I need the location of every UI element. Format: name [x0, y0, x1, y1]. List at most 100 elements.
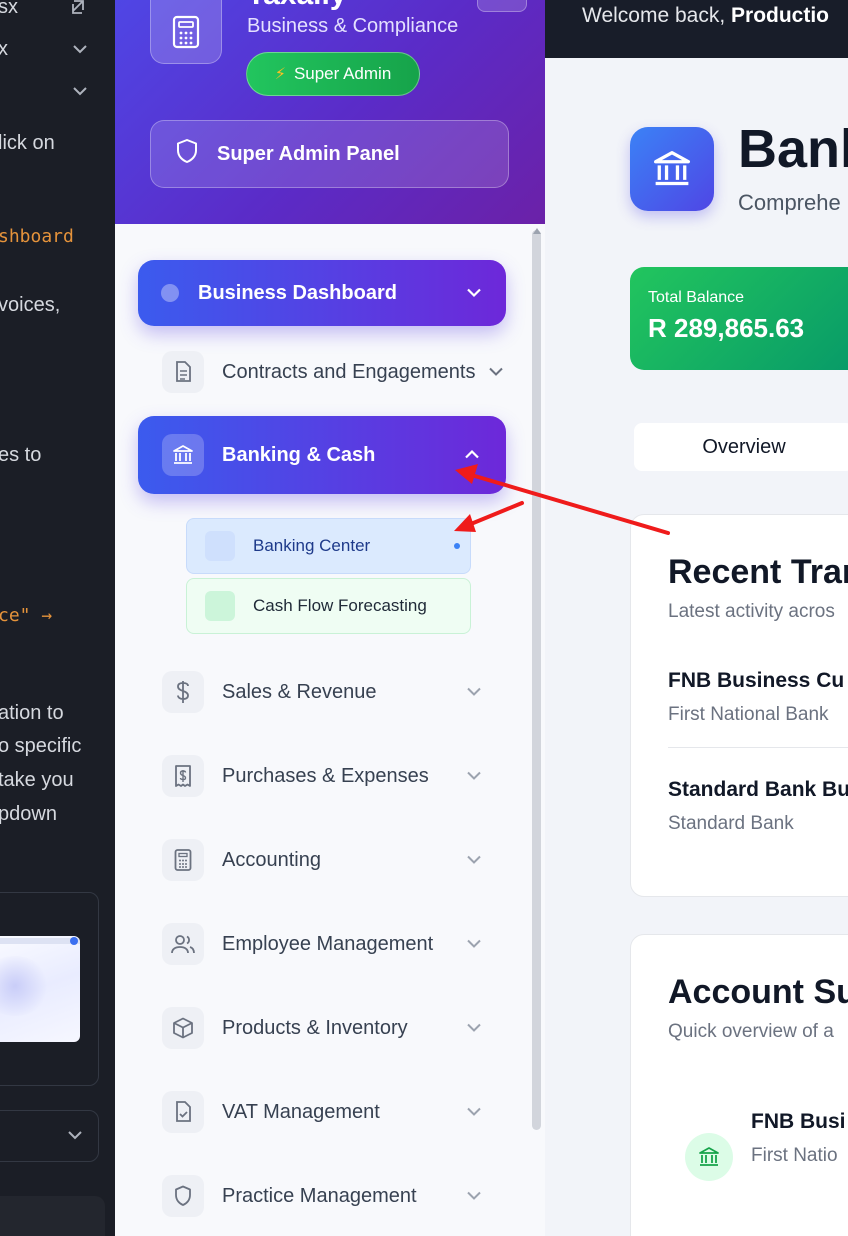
- package-icon: [162, 1007, 204, 1049]
- shield-icon: [175, 138, 199, 170]
- document-icon: [162, 351, 204, 393]
- sidebar-item-label: Employee Management: [222, 932, 434, 955]
- transaction-account-name[interactable]: Standard Bank Bu: [668, 778, 848, 802]
- calculator-icon: [162, 839, 204, 881]
- account-bank-name: First Natio: [751, 1145, 838, 1166]
- sidebar-item-vat[interactable]: VAT Management: [162, 1090, 506, 1134]
- recent-transactions-subtitle: Latest activity acros: [668, 601, 835, 622]
- editor-text: x: [0, 38, 8, 60]
- editor-pane: sx x lick on shboard voices, es to ce" →…: [0, 0, 115, 1236]
- account-summary-title: Account Sur: [668, 973, 848, 1011]
- role-badge-label: Super Admin: [293, 64, 392, 83]
- bank-icon: [162, 434, 204, 476]
- transaction-bank-name: First National Bank: [668, 704, 829, 725]
- chevron-down-icon[interactable]: [72, 42, 88, 60]
- editor-text: lick on: [0, 132, 55, 154]
- square-icon: [205, 531, 235, 561]
- sidebar-item-accounting[interactable]: Accounting: [162, 838, 506, 882]
- page-title: Bank: [738, 119, 848, 179]
- sidebar-item-sales[interactable]: Sales & Revenue: [162, 670, 506, 714]
- welcome-prefix: Welcome back,: [582, 4, 726, 27]
- open-external-icon[interactable]: [70, 0, 88, 21]
- shield-icon: [162, 1175, 204, 1217]
- editor-text: ation to: [0, 702, 64, 724]
- sidebar-subitem-label: Banking Center: [253, 536, 371, 555]
- sidebar-item-label: Products & Inventory: [222, 1016, 408, 1039]
- sidebar-item-label: Purchases & Expenses: [222, 764, 429, 787]
- welcome-user: Productio: [731, 4, 830, 27]
- main-content: Welcome back, Productio Bank Comprehe To…: [545, 0, 848, 1236]
- account-name[interactable]: FNB Busi: [751, 1110, 846, 1134]
- sidebar-item-label: Sales & Revenue: [222, 680, 377, 703]
- chevron-down-icon: [466, 933, 482, 956]
- screenshot-thumbnail[interactable]: [0, 936, 80, 1042]
- sidebar-item-label: Accounting: [222, 848, 321, 871]
- users-icon: [162, 923, 204, 965]
- collapse-sidebar-button[interactable]: [477, 0, 527, 12]
- sidebar-subitem-banking-center[interactable]: Banking Center: [186, 518, 471, 574]
- chevron-down-icon: [488, 361, 504, 384]
- bank-icon: [630, 127, 714, 211]
- chevron-up-icon: [464, 444, 480, 467]
- dollar-icon: [162, 671, 204, 713]
- sidebar-item-banking-cash[interactable]: Banking & Cash: [138, 416, 506, 494]
- chevron-down-icon: [466, 1185, 482, 1208]
- app-name: Taxally: [247, 0, 347, 12]
- tab-overview[interactable]: Overview: [634, 423, 848, 471]
- divider: [668, 747, 848, 748]
- active-dot-icon: [454, 543, 460, 549]
- editor-text: es to: [0, 444, 42, 466]
- calculator-logo-icon: [150, 0, 222, 64]
- transaction-account-name[interactable]: FNB Business Cu: [668, 669, 844, 693]
- recent-transactions-title: Recent Tran: [668, 553, 848, 591]
- editor-text: o specific: [0, 735, 82, 757]
- bank-icon: [685, 1133, 733, 1181]
- total-balance-label: Total Balance: [648, 289, 745, 306]
- sidebar-item-employees[interactable]: Employee Management: [162, 922, 506, 966]
- super-admin-panel-button[interactable]: Super Admin Panel: [150, 120, 509, 188]
- square-icon: [205, 591, 235, 621]
- sidebar-item-label: Business Dashboard: [198, 281, 397, 304]
- chevron-down-icon: [466, 765, 482, 788]
- editor-text: pdown: [0, 803, 57, 825]
- editor-text: voices,: [0, 294, 61, 316]
- chevron-down-icon: [466, 849, 482, 872]
- sidebar-item-label: Practice Management: [222, 1184, 417, 1207]
- chevron-down-icon: [466, 1101, 482, 1124]
- sidebar: Taxally Business & Compliance ⚡ Super Ad…: [115, 0, 545, 1236]
- super-admin-panel-label: Super Admin Panel: [217, 142, 400, 165]
- editor-text: take you: [0, 769, 74, 791]
- app-subtitle: Business & Compliance: [247, 15, 459, 37]
- sidebar-item-products[interactable]: Products & Inventory: [162, 1006, 506, 1050]
- editor-code: ce" →: [0, 605, 53, 626]
- chevron-down-icon: [466, 282, 482, 305]
- sidebar-item-label: Contracts and Engagements: [222, 360, 476, 383]
- recent-transactions-card: Recent Tran Latest activity acros FNB Bu…: [630, 514, 848, 897]
- page-subtitle: Comprehe: [738, 190, 841, 215]
- chevron-down-icon: [466, 1017, 482, 1040]
- account-summary-subtitle: Quick overview of a: [668, 1021, 834, 1042]
- sidebar-item-purchases[interactable]: Purchases & Expenses: [162, 754, 506, 798]
- receipt-icon: [162, 755, 204, 797]
- sidebar-item-label: VAT Management: [222, 1100, 380, 1123]
- dot-icon: [161, 284, 179, 302]
- editor-dropdown[interactable]: [0, 1110, 99, 1162]
- sidebar-item-contracts[interactable]: Contracts and Engagements: [162, 350, 506, 394]
- sidebar-header: Taxally Business & Compliance ⚡ Super Ad…: [115, 0, 545, 224]
- chat-input-box[interactable]: [0, 1196, 105, 1236]
- chevron-down-icon[interactable]: [72, 84, 88, 102]
- scroll-up-icon[interactable]: [533, 228, 541, 234]
- account-summary-card: Account Sur Quick overview of a FNB Busi…: [630, 934, 848, 1236]
- chevron-down-icon: [67, 1128, 83, 1146]
- editor-text: sx: [0, 0, 18, 18]
- sidebar-subitem-cash-flow[interactable]: Cash Flow Forecasting: [186, 578, 471, 634]
- chevron-down-icon: [466, 681, 482, 704]
- role-badge: ⚡ Super Admin: [246, 52, 420, 96]
- sidebar-item-practice[interactable]: Practice Management: [162, 1174, 506, 1218]
- total-balance-value: R 289,865.63: [648, 313, 805, 343]
- file-check-icon: [162, 1091, 204, 1133]
- top-bar: Welcome back, Productio: [545, 0, 848, 58]
- sidebar-scrollbar[interactable]: [532, 230, 541, 1130]
- sidebar-item-business-dashboard[interactable]: Business Dashboard: [138, 260, 506, 326]
- sidebar-item-label: Banking & Cash: [222, 443, 376, 466]
